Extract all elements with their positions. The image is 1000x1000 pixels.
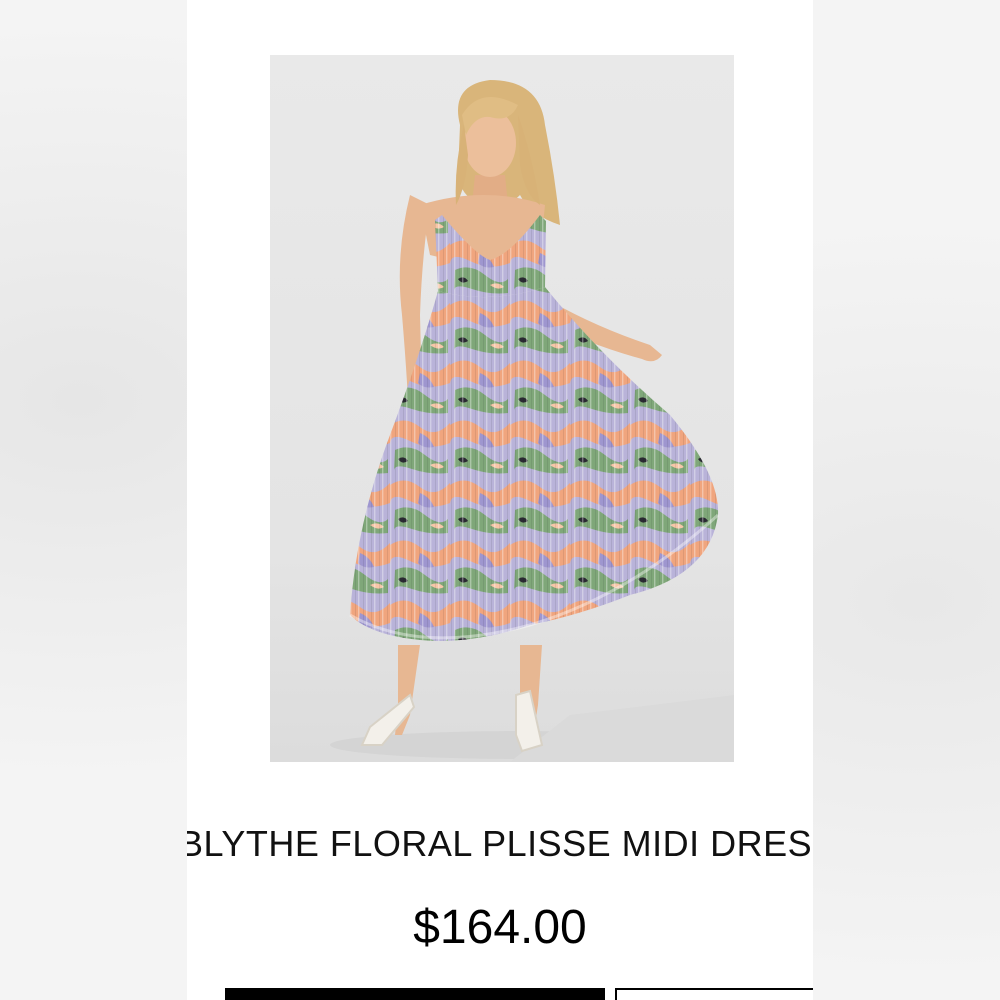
- product-price: $164.00: [413, 901, 587, 954]
- product-photo[interactable]: [270, 55, 734, 762]
- dress-model-illustration: [330, 80, 734, 762]
- wishlist-button[interactable]: [615, 988, 813, 1000]
- product-screen: BLYTHE FLORAL PLISSE MIDI DRESS $164.00: [187, 0, 813, 1000]
- add-to-bag-button[interactable]: [225, 988, 605, 1000]
- product-title: BLYTHE FLORAL PLISSE MIDI DRESS: [187, 823, 813, 864]
